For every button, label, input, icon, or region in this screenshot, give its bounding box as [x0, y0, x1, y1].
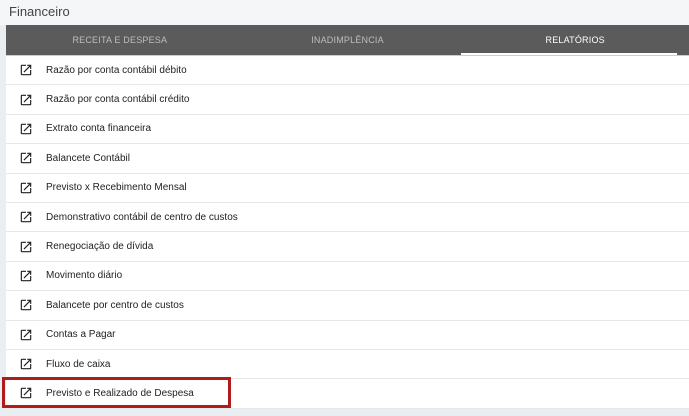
open-in-new-icon	[6, 357, 46, 371]
report-item-label: Contas a Pagar	[46, 329, 116, 341]
report-item-label: Renegociação de dívida	[46, 241, 154, 253]
report-item[interactable]: Demonstrativo contábil de centro de cust…	[6, 203, 689, 233]
open-in-new-icon	[6, 122, 46, 136]
report-item-label: Razão por conta contábil débito	[46, 64, 187, 76]
open-in-new-icon	[6, 298, 46, 312]
report-item[interactable]: Razão por conta contábil crédito	[6, 85, 689, 115]
financeiro-page: Financeiro RECEITA E DESPESA INADIMPLÊNC…	[0, 0, 689, 416]
open-in-new-icon	[6, 328, 46, 342]
tab-relatorios[interactable]: RELATÓRIOS	[461, 25, 689, 55]
report-item-label: Balancete Contábil	[46, 152, 130, 164]
report-item[interactable]: Balancete Contábil	[6, 144, 689, 174]
tab-label: RECEITA E DESPESA	[72, 35, 168, 45]
tab-label: INADIMPLÊNCIA	[311, 35, 384, 45]
report-item-label: Movimento diário	[46, 270, 123, 282]
report-item-label: Fluxo de caixa	[46, 358, 111, 370]
tab-label: RELATÓRIOS	[545, 35, 605, 45]
open-in-new-icon	[6, 63, 46, 77]
report-item-label: Previsto x Recebimento Mensal	[46, 182, 187, 194]
report-item-label: Balancete por centro de custos	[46, 299, 184, 311]
report-item[interactable]: Razão por conta contábil débito	[6, 56, 689, 86]
open-in-new-icon	[6, 93, 46, 107]
report-item[interactable]: Fluxo de caixa	[6, 350, 689, 380]
report-item-label: Razão por conta contábil crédito	[46, 94, 190, 106]
report-item-label: Extrato conta financeira	[46, 123, 152, 135]
report-item[interactable]: Movimento diário	[6, 262, 689, 292]
page-title: Financeiro	[0, 0, 689, 25]
open-in-new-icon	[6, 386, 46, 400]
report-item-label: Previsto e Realizado de Despesa	[46, 387, 194, 399]
tab-inadimplencia[interactable]: INADIMPLÊNCIA	[234, 25, 462, 55]
report-item[interactable]: Extrato conta financeira	[6, 115, 689, 145]
reports-list: Razão por conta contábil débito Razão por…	[6, 56, 689, 409]
report-item-label: Demonstrativo contábil de centro de cust…	[46, 211, 238, 223]
open-in-new-icon	[6, 181, 46, 195]
report-item[interactable]: Renegociação de dívida	[6, 232, 689, 262]
tab-indicator	[461, 53, 678, 55]
report-item[interactable]: Previsto e Realizado de Despesa	[6, 379, 689, 409]
report-item[interactable]: Contas a Pagar	[6, 321, 689, 350]
open-in-new-icon	[6, 210, 46, 224]
report-item[interactable]: Balancete por centro de custos	[6, 291, 689, 321]
tab-receita-e-despesa[interactable]: RECEITA E DESPESA	[6, 25, 234, 55]
open-in-new-icon	[6, 269, 46, 283]
open-in-new-icon	[6, 151, 46, 165]
open-in-new-icon	[6, 240, 46, 254]
tab-bar: RECEITA E DESPESA INADIMPLÊNCIA RELATÓRI…	[6, 25, 689, 56]
report-item[interactable]: Previsto x Recebimento Mensal	[6, 174, 689, 203]
